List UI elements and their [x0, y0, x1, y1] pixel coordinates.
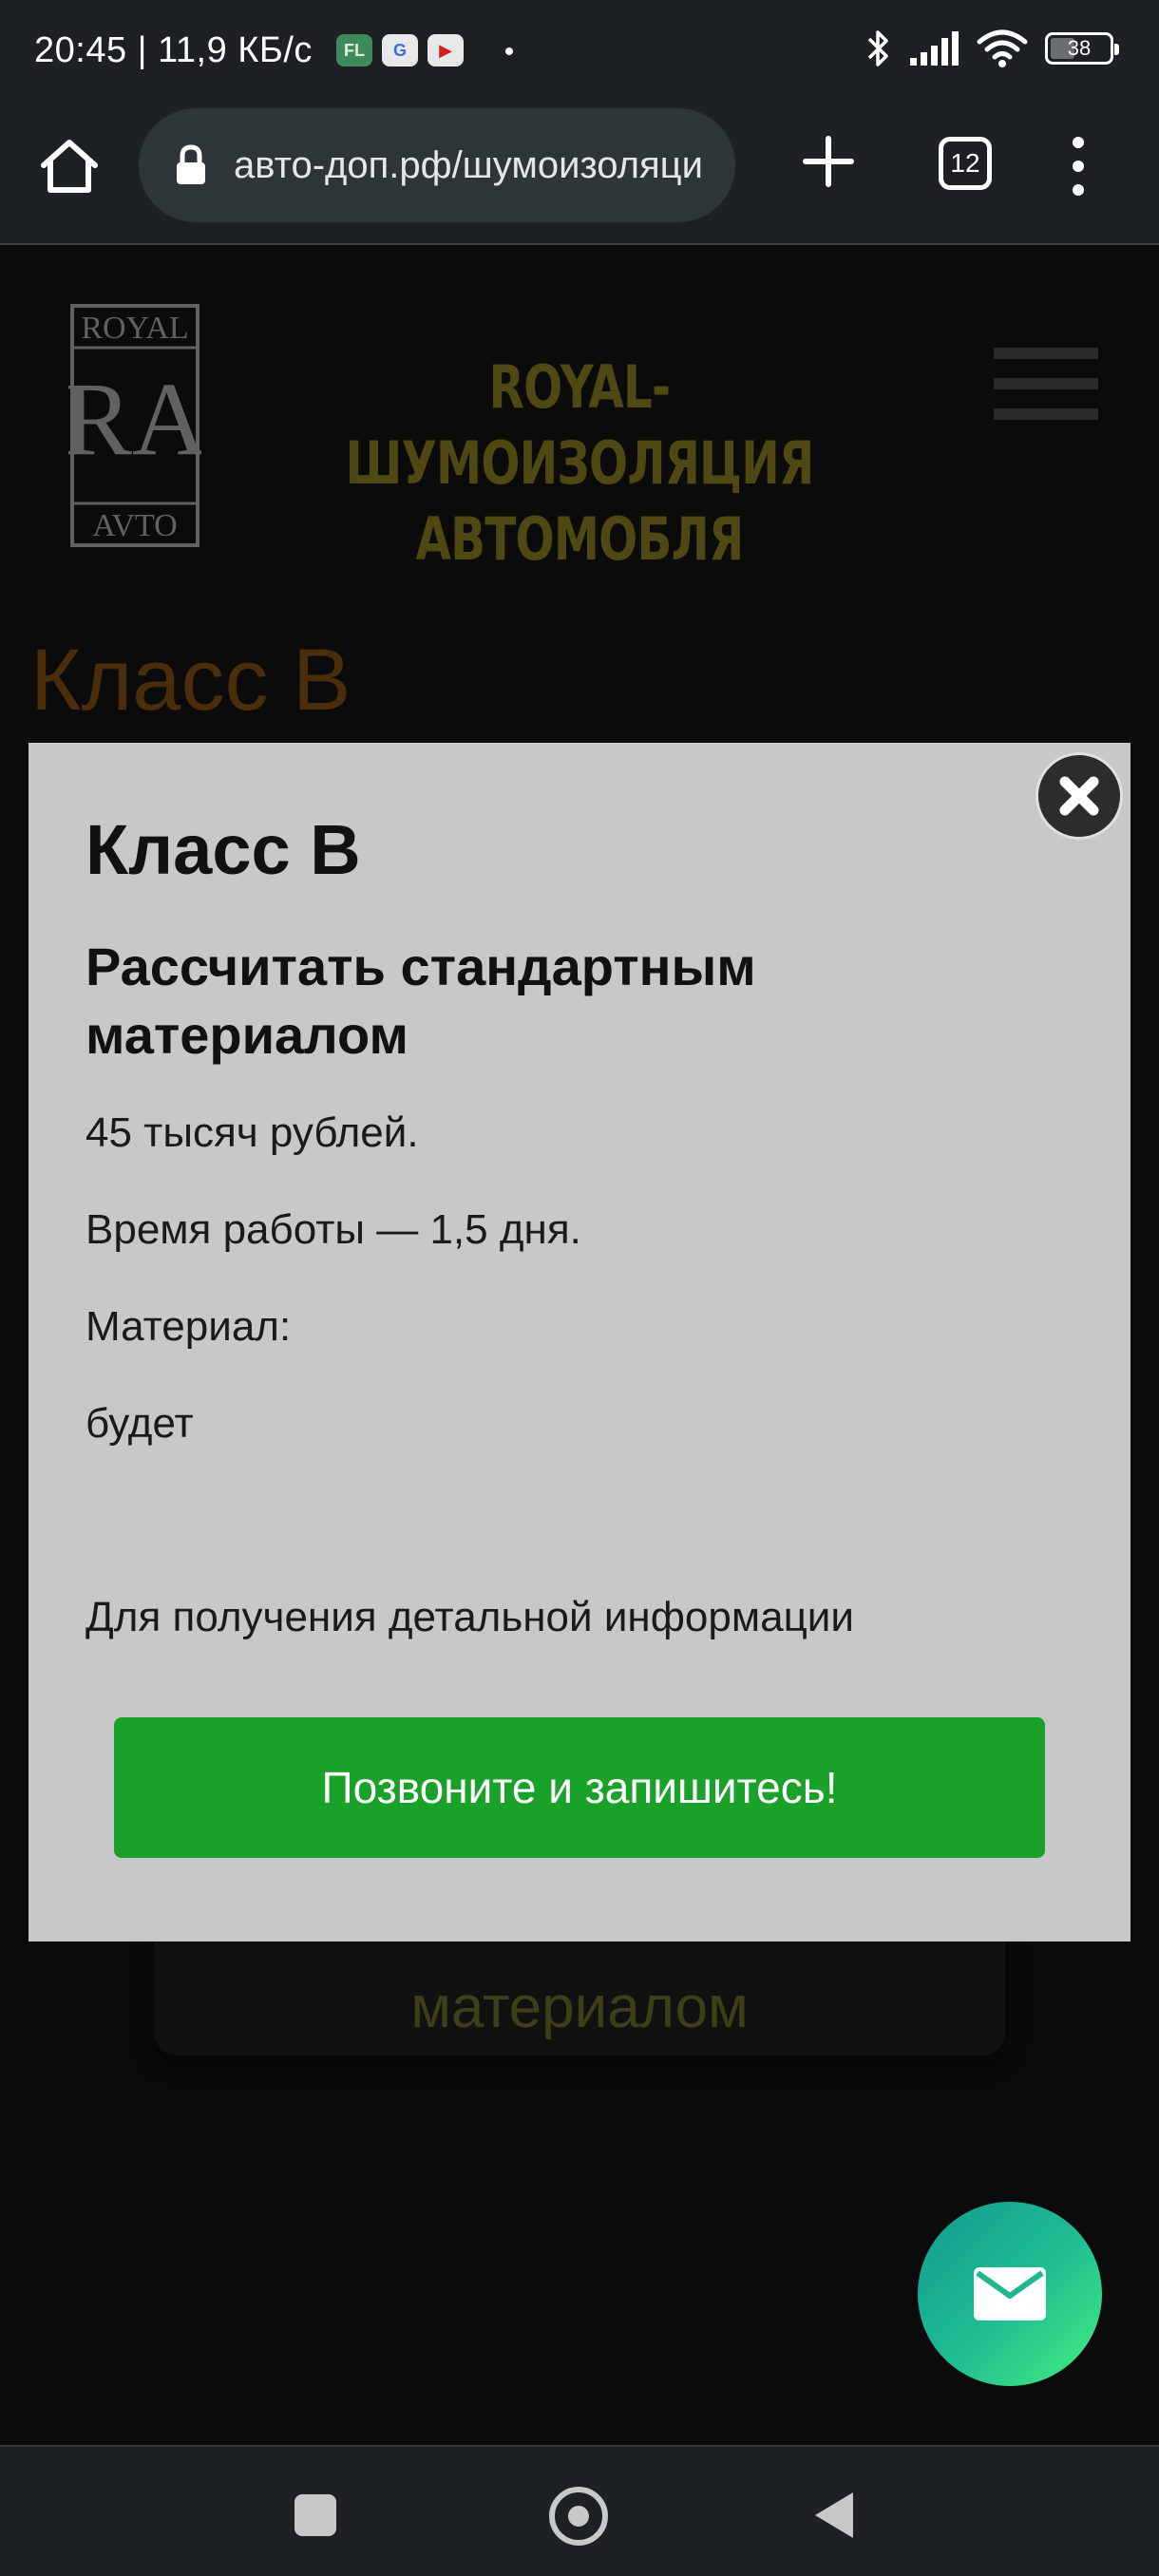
youtube-app-icon: ▶ [428, 34, 464, 66]
lock-icon [177, 144, 205, 184]
status-indicators: 38 [866, 28, 1119, 68]
url-text: авто-доп.рф/шумоизоляци [234, 143, 703, 186]
modal-title: Класс В [86, 810, 361, 889]
royal-avto-logo-icon: ROYAL RA AVTO [63, 304, 207, 547]
hamburger-menu-icon[interactable] [994, 348, 1098, 420]
google-app-icon: G [382, 34, 418, 66]
contact-mail-button[interactable] [918, 2202, 1102, 2386]
tab-count: 12 [950, 148, 980, 178]
material-value: будет [86, 1400, 194, 1447]
close-modal-button[interactable] [1036, 752, 1123, 840]
page-heading: Класс В [30, 632, 352, 729]
modal-dialog: Класс В Рассчитать стандартным материало… [28, 743, 1130, 1941]
notification-dot-icon [505, 47, 513, 55]
call-signup-button[interactable]: Позвоните и запишитесь! [114, 1717, 1045, 1858]
site-title-line1: ROYAL-ШУМОИЗОЛЯЦИЯ [345, 352, 815, 498]
tab-switcher-button[interactable]: 12 [939, 137, 992, 190]
logo-text-top: ROYAL [81, 311, 188, 346]
price-text: 45 тысяч рублей. [86, 1109, 419, 1156]
site-title: ROYAL-ШУМОИЗОЛЯЦИЯ АВТОМОБЛЯ [335, 350, 825, 578]
browser-toolbar: авто-доп.рф/шумоизоляци 12 [0, 104, 1159, 245]
mail-icon [974, 2267, 1046, 2320]
status-app-icons: FL G ▶ [336, 34, 464, 66]
home-circle-icon[interactable] [549, 2487, 608, 2546]
status-bar: 20:45 | 11,9 КБ/с FL G ▶ 38 [0, 0, 1159, 104]
duration-text: Время работы — 1,5 дня. [86, 1206, 581, 1253]
more-menu-icon[interactable] [1064, 135, 1092, 198]
site-logo[interactable]: ROYAL RA AVTO [63, 302, 207, 549]
system-nav-bar [0, 2445, 1159, 2576]
status-time: 20:45 | 11,9 КБ/с [34, 30, 313, 70]
info-text: Для получения детальной информации [86, 1594, 854, 1640]
material-label: Материал: [86, 1303, 292, 1350]
back-icon[interactable] [815, 2492, 853, 2538]
address-bar[interactable]: авто-доп.рф/шумоизоляци [139, 108, 735, 222]
battery-icon: 38 [1045, 32, 1119, 65]
logo-monogram: RA [68, 361, 201, 477]
site-title-line2: АВТОМОБЛЯ [415, 504, 745, 574]
modal-subtitle: Рассчитать стандартным материалом [86, 937, 756, 1065]
bluetooth-icon [867, 30, 888, 66]
logo-text-bottom: AVTO [92, 508, 177, 543]
new-tab-icon[interactable] [800, 133, 857, 190]
recent-apps-icon[interactable] [294, 2494, 336, 2536]
close-icon [1059, 776, 1099, 816]
fl-app-icon: FL [336, 34, 372, 66]
wifi-icon [977, 29, 1028, 67]
signal-icon [910, 31, 959, 66]
background-button-label: материалом [410, 1975, 749, 2040]
battery-level: 38 [1067, 36, 1092, 60]
home-icon[interactable] [36, 133, 103, 199]
